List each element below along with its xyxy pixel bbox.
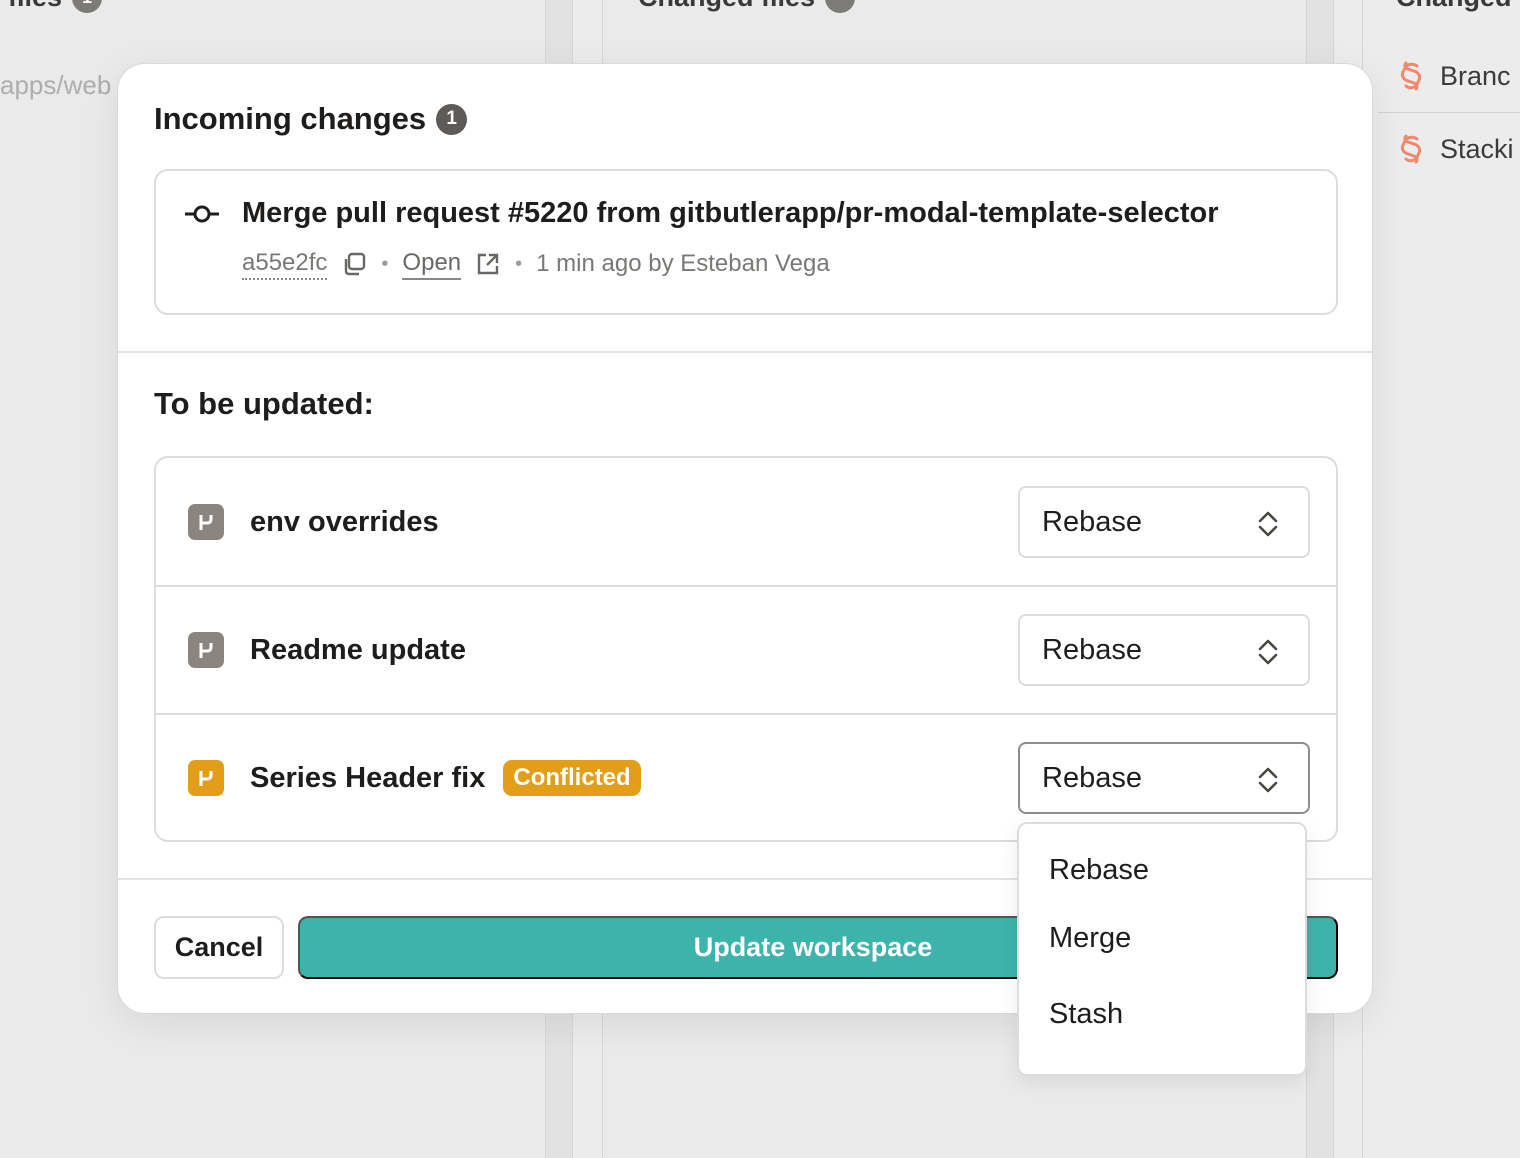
branch-name: Series Header fix Conflicted xyxy=(250,758,641,798)
dropdown-option-rebase[interactable]: Rebase xyxy=(1019,846,1305,900)
chevron-up-down-icon xyxy=(1258,639,1278,665)
right-panel-heading: Changed xyxy=(1396,0,1512,13)
update-method-select[interactable]: Rebase xyxy=(1018,486,1310,558)
external-link-icon[interactable] xyxy=(475,251,501,277)
modal-title: Incoming changes 1 xyxy=(154,100,468,138)
branch-icon xyxy=(188,632,224,668)
file-list-item[interactable]: Stacki xyxy=(1378,113,1520,185)
commit-sha[interactable]: a55e2fc xyxy=(242,249,328,280)
file-count-badge: 1 xyxy=(72,0,103,13)
cancel-button[interactable]: Cancel xyxy=(154,916,284,979)
branch-name: env overrides xyxy=(250,505,439,538)
file-list-item[interactable]: Branc xyxy=(1378,40,1520,112)
chevron-up-down-icon xyxy=(1258,511,1278,537)
svelte-icon xyxy=(1400,134,1422,164)
divider xyxy=(118,351,1372,353)
branch-icon xyxy=(188,760,224,796)
branch-icon xyxy=(188,504,224,540)
update-method-select[interactable]: Rebase xyxy=(1018,742,1310,814)
copy-icon[interactable] xyxy=(341,251,367,277)
chevron-up-down-icon xyxy=(1258,767,1278,793)
update-method-dropdown: Rebase Merge Stash xyxy=(1017,822,1307,1076)
left-panel-heading: files 1 xyxy=(0,0,103,13)
dropdown-option-stash[interactable]: Stash xyxy=(1019,976,1305,1052)
dropdown-option-merge[interactable]: Merge xyxy=(1019,900,1305,976)
changed-count-badge xyxy=(825,0,856,13)
commit-title: Merge pull request #5220 from gitbutlera… xyxy=(242,197,1219,229)
commit-time-author: 1 min ago by Esteban Vega xyxy=(536,250,830,277)
update-method-select[interactable]: Rebase xyxy=(1018,614,1310,686)
incoming-count-badge: 1 xyxy=(436,103,468,135)
to-be-updated-heading: To be updated: xyxy=(154,386,374,421)
branch-list: env overrides Rebase Readme update Rebas… xyxy=(154,456,1338,842)
commit-card: Merge pull request #5220 from gitbutlera… xyxy=(154,169,1338,315)
commit-icon xyxy=(185,205,219,223)
open-pr-link[interactable]: Open xyxy=(402,249,462,280)
file-path[interactable]: apps/web xyxy=(0,70,111,101)
commit-meta: a55e2fc • Open • 1 min ago by Esteban Ve… xyxy=(242,248,830,280)
branch-row: env overrides Rebase xyxy=(156,458,1336,586)
separator-dot: • xyxy=(381,252,389,275)
branch-name: Readme update xyxy=(250,633,466,666)
conflicted-badge: Conflicted xyxy=(503,760,641,796)
middle-panel-heading: Changed files xyxy=(638,0,856,13)
svelte-icon xyxy=(1400,61,1422,91)
branch-row: Readme update Rebase xyxy=(156,586,1336,714)
separator-dot: • xyxy=(515,252,523,275)
